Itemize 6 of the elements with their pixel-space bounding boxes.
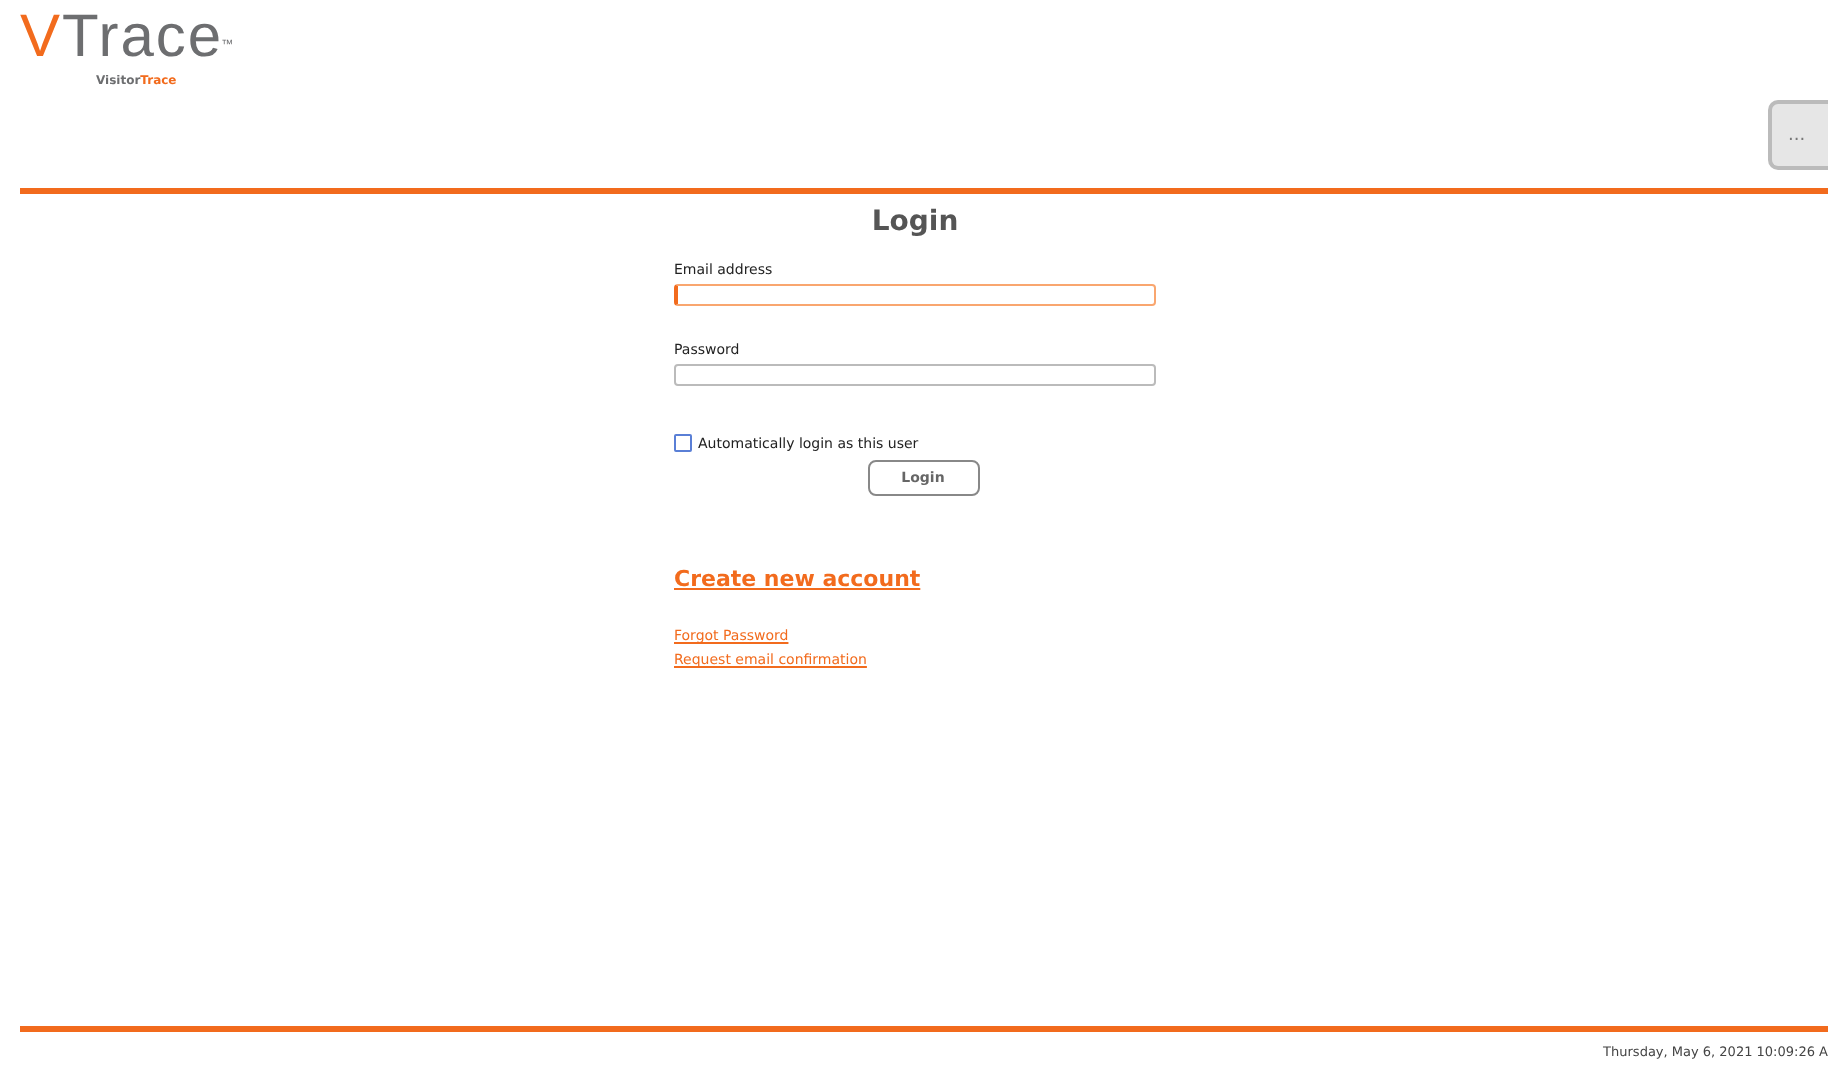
input-field[interactable]: [674, 364, 1156, 386]
page-title: Login: [869, 206, 961, 238]
checkbox[interactable]: [674, 434, 692, 452]
input-field[interactable]: [674, 284, 1156, 306]
more-button[interactable]: ...: [1768, 100, 1828, 170]
create-account-link[interactable]: Create new account: [674, 566, 921, 592]
